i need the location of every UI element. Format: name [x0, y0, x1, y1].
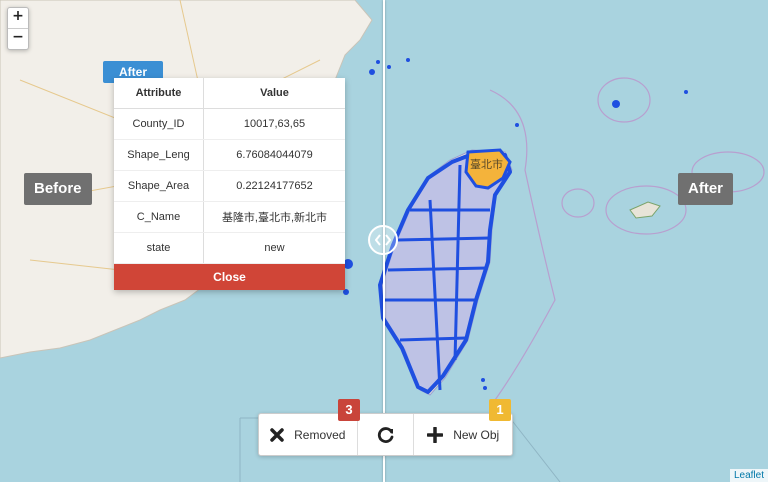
- taiwan-counties-polygon: [378, 153, 512, 394]
- header-value: Value: [203, 78, 345, 109]
- attribution-link[interactable]: Leaflet: [729, 469, 768, 482]
- table-row: state new: [114, 232, 345, 264]
- ryukyu-island: [629, 201, 661, 219]
- table-row: Shape_Area 0.22124177652: [114, 170, 345, 202]
- arrows-left-right-icon: [375, 234, 391, 246]
- compare-divider-handle[interactable]: [368, 225, 398, 255]
- attr-value: 10017,63,65: [203, 108, 345, 140]
- attr-name: County_ID: [114, 108, 204, 140]
- attr-value: new: [203, 232, 345, 264]
- zoom-out-button[interactable]: −: [8, 29, 28, 49]
- zoom-in-button[interactable]: +: [8, 8, 28, 29]
- new-count-badge: 1: [489, 399, 511, 421]
- boundary-outlines: [489, 77, 765, 401]
- attr-name: C_Name: [114, 201, 204, 233]
- after-label: After: [678, 173, 734, 205]
- refresh-icon: [377, 426, 393, 443]
- table-row: C_Name 基隆市,臺北市,新北市: [114, 201, 345, 233]
- edit-toolbar: Removed New Obj: [258, 413, 513, 456]
- attr-value: 基隆市,臺北市,新北市: [203, 201, 345, 233]
- close-icon: [270, 427, 284, 442]
- taipei-label: 臺北市: [470, 159, 503, 171]
- attr-value: 6.76084044079: [203, 139, 345, 171]
- attr-name: Shape_Area: [114, 170, 204, 202]
- refresh-button[interactable]: [356, 414, 414, 455]
- attr-value: 0.22124177652: [203, 170, 345, 202]
- plus-icon: [427, 426, 444, 443]
- new-obj-label: New Obj: [453, 427, 500, 442]
- table-row: County_ID 10017,63,65: [114, 108, 345, 140]
- header-attribute: Attribute: [114, 78, 204, 109]
- attr-name: state: [114, 232, 204, 264]
- attribute-popup: Attribute Value County_ID 10017,63,65 Sha…: [114, 78, 345, 290]
- table-header: Attribute Value: [114, 78, 345, 109]
- attr-name: Shape_Leng: [114, 139, 204, 171]
- before-label: Before: [24, 173, 92, 205]
- table-row: Shape_Leng 6.76084044079: [114, 139, 345, 171]
- attribute-table: Attribute Value County_ID 10017,63,65 Sha…: [114, 78, 345, 264]
- removed-label: Removed: [294, 427, 346, 442]
- zoom-control: + −: [7, 7, 29, 50]
- close-button[interactable]: Close: [114, 264, 345, 290]
- removed-count-badge: 3: [338, 399, 360, 421]
